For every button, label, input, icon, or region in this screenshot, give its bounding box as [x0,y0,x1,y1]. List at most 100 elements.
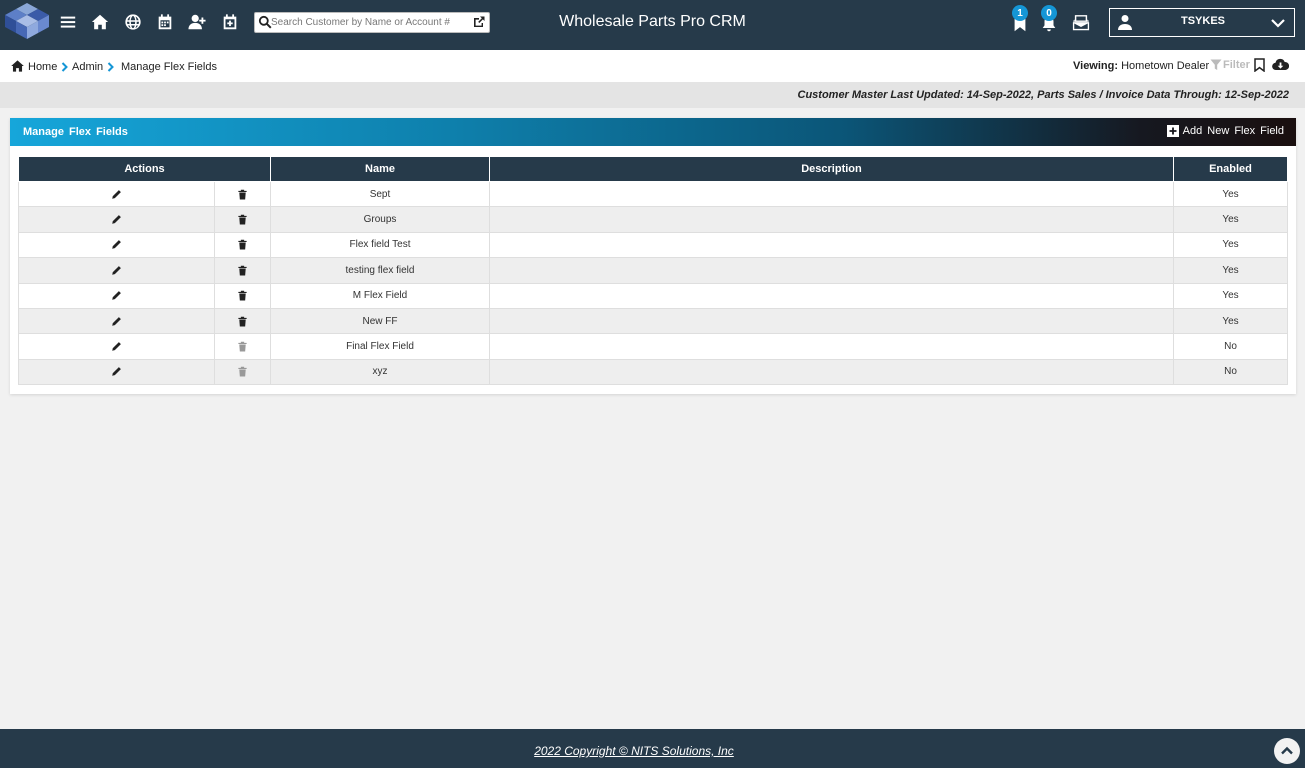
description-cell [489,282,1174,309]
table-row: Groups Yes [18,206,1288,233]
user-menu[interactable]: TSYKES [1109,8,1295,37]
home-icon[interactable] [90,12,110,32]
description-cell [489,206,1174,233]
data-freshness-bar: Customer Master Last Updated: 14-Sep-202… [0,82,1305,108]
delete-trash-icon[interactable] [237,265,248,276]
flex-fields-table: Actions Name Description Enabled Sept Yes… [18,156,1288,386]
viewing-label: Viewing: [1073,60,1119,72]
bookmarks-count-badge: 1 [1012,5,1028,21]
name-cell[interactable]: testing flex field [270,257,490,284]
edit-pencil-icon[interactable] [111,341,122,352]
breadcrumb-admin[interactable]: Admin [72,61,103,73]
delete-cell [214,206,271,233]
chevron-right-icon [107,62,114,72]
name-cell[interactable]: Final Flex Field [270,333,490,360]
add-flex-field-button[interactable]: Add New Flex Field [1166,125,1284,137]
name-cell[interactable]: xyz [270,358,490,386]
description-cell [489,257,1174,284]
description-cell [489,333,1174,360]
column-header-name[interactable]: Name [270,156,490,182]
copyright-link[interactable]: 2022 Copyright © NITS Solutions, Inc [0,744,1268,758]
top-navbar: Wholesale Parts Pro CRM 1 0 TSYKES [0,0,1305,50]
filter-icon [1210,59,1222,70]
external-link-icon[interactable] [472,15,486,29]
enabled-cell: No [1173,333,1288,360]
menu-icon[interactable] [58,12,78,32]
viewing-value[interactable]: Hometown Dealer [1121,60,1209,72]
edit-pencil-icon[interactable] [111,189,122,200]
search-icon [258,15,272,29]
delete-trash-icon[interactable] [237,316,248,327]
column-header-description[interactable]: Description [489,156,1174,182]
user-name: TSYKES [1180,15,1225,27]
edit-pencil-icon[interactable] [111,214,122,225]
edit-cell [18,333,215,360]
delete-trash-icon[interactable] [237,214,248,225]
table-row: xyz No [18,358,1288,386]
edit-pencil-icon[interactable] [111,290,122,301]
panel-title: Manage Flex Fields [23,126,128,138]
edit-pencil-icon[interactable] [111,316,122,327]
name-cell[interactable]: New FF [270,307,490,335]
globe-icon[interactable] [123,12,143,32]
edit-pencil-icon[interactable] [111,265,122,276]
table-body: Sept Yes Groups Yes Flex field Test Yes testin… [18,180,1288,386]
filter-button[interactable]: Filter [1210,59,1250,71]
enabled-cell: Yes [1173,257,1288,284]
manage-flex-fields-panel: Manage Flex Fields Add New Flex Field Ac… [10,118,1296,394]
table-row: M Flex Field Yes [18,282,1288,309]
delete-trash-icon [237,367,248,378]
chevron-right-icon [61,62,68,72]
edit-cell [18,206,215,233]
edit-cell [18,231,215,259]
table-row: Flex field Test Yes [18,231,1288,259]
delete-cell [214,358,271,386]
panel-header: Manage Flex Fields Add New Flex Field [10,118,1296,146]
footer: 2022 Copyright © NITS Solutions, Inc [0,729,1305,768]
delete-trash-icon[interactable] [237,189,248,200]
breadcrumb-current: Manage Flex Fields [121,61,217,73]
breadcrumb-home[interactable]: Home [28,61,57,73]
scroll-to-top-button[interactable] [1274,738,1300,764]
mail-icon[interactable] [1071,13,1091,33]
name-cell[interactable]: Sept [270,180,490,208]
column-header-actions: Actions [18,156,271,182]
plus-square-icon [1166,125,1179,137]
name-cell[interactable]: M Flex Field [270,282,490,309]
table-row: Final Flex Field No [18,333,1288,360]
delete-cell [214,307,271,335]
search-input[interactable] [271,14,467,31]
bookmark-outline-icon[interactable] [1254,58,1265,72]
calendar-plus-icon[interactable] [220,12,240,32]
viewing-dealer: Viewing: Hometown Dealer [1073,60,1209,72]
calendar-icon[interactable] [155,12,175,32]
edit-cell [18,282,215,309]
edit-pencil-icon[interactable] [111,367,122,378]
name-cell[interactable]: Groups [270,206,490,233]
description-cell [489,307,1174,335]
enabled-cell: Yes [1173,180,1288,208]
delete-trash-icon[interactable] [237,290,248,301]
table-row: Sept Yes [18,180,1288,208]
cloud-download-icon[interactable] [1272,58,1289,71]
name-cell[interactable]: Flex field Test [270,231,490,259]
customer-search [254,12,490,33]
edit-cell [18,180,215,208]
notifications-count-badge: 0 [1041,5,1057,21]
add-user-icon[interactable] [187,12,207,32]
edit-pencil-icon[interactable] [111,240,122,251]
enabled-cell: Yes [1173,307,1288,335]
delete-cell [214,231,271,259]
logo[interactable] [4,3,50,41]
description-cell [489,231,1174,259]
table-header-row: Actions Name Description Enabled [18,156,1288,182]
edit-cell [18,358,215,386]
user-icon [1118,15,1132,30]
delete-cell [214,333,271,360]
home-icon[interactable] [10,59,25,73]
column-header-enabled[interactable]: Enabled [1173,156,1288,182]
enabled-cell: Yes [1173,206,1288,233]
delete-trash-icon[interactable] [237,240,248,251]
table-row: testing flex field Yes [18,257,1288,284]
delete-cell [214,180,271,208]
